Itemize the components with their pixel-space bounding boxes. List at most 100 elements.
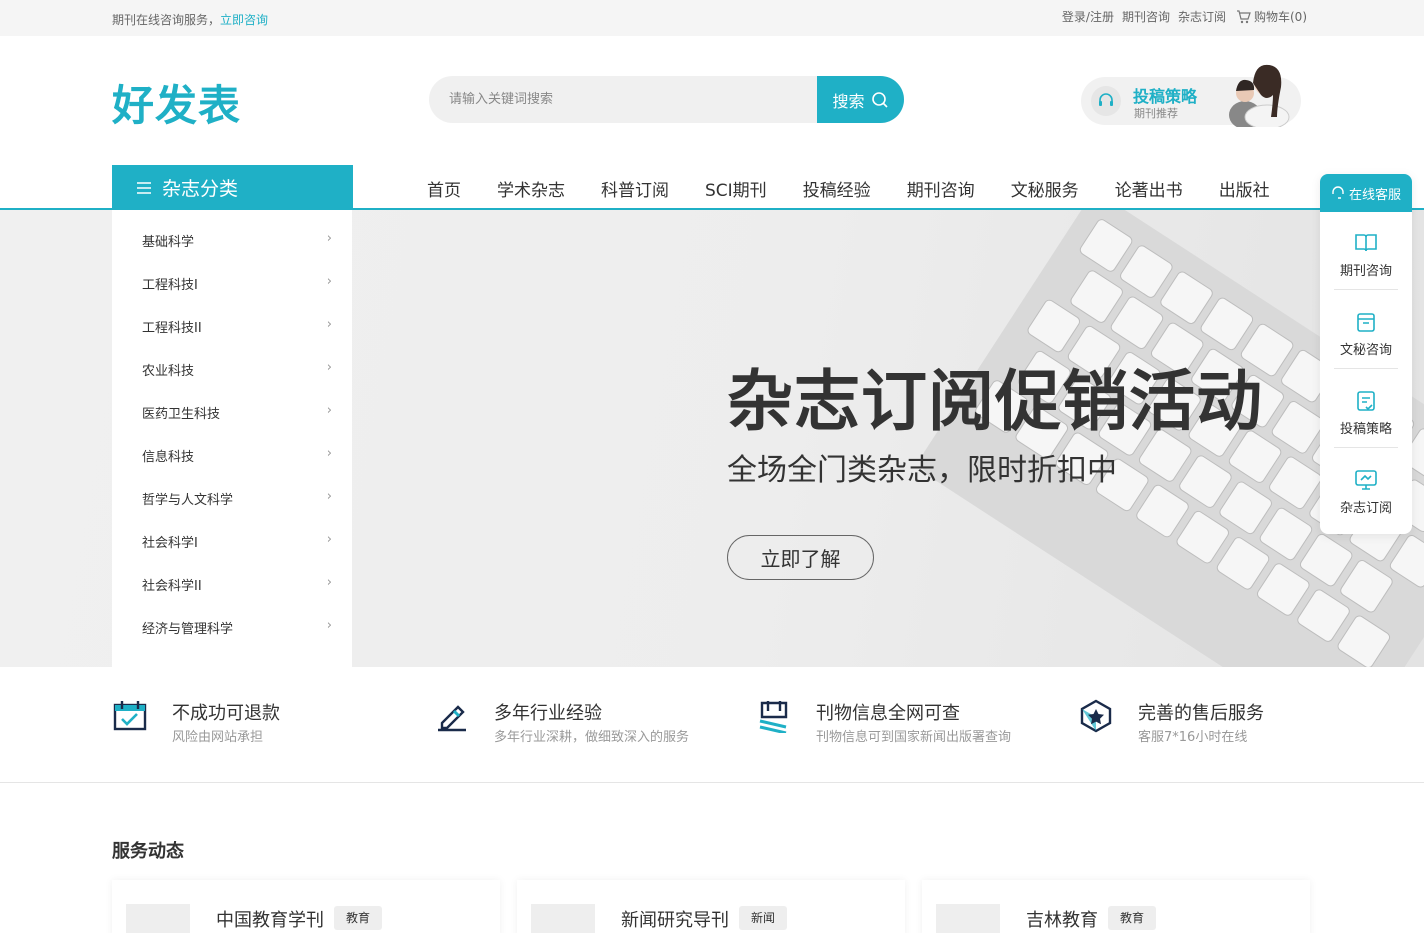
feature-desc: 刊物信息可到国家新闻出版署查询 — [816, 730, 1012, 745]
divider — [1334, 368, 1398, 369]
float-item-label: 投稿策略 — [1339, 421, 1392, 437]
divider — [1334, 447, 1398, 448]
cart-link[interactable]: 购物车(0) — [1236, 8, 1307, 25]
journal-card[interactable]: 吉林教育 教育 — [922, 880, 1310, 933]
category-item[interactable]: 经济与管理科学 › — [142, 618, 332, 638]
promo-title: 投稿策略 — [1133, 87, 1198, 106]
chevron-right-icon: › — [326, 360, 332, 375]
star-badge-icon — [1080, 699, 1112, 733]
journal-consult-link[interactable]: 期刊咨询 — [1122, 8, 1170, 25]
category-item[interactable]: 社会科学II › — [142, 575, 332, 595]
chevron-right-icon: › — [326, 317, 332, 332]
category-item[interactable]: 农业科技 › — [142, 360, 332, 380]
nav-item-publisher[interactable]: 出版社 — [1219, 176, 1270, 201]
chevron-right-icon: › — [326, 231, 332, 246]
site-logo[interactable]: 好发表 — [112, 72, 241, 133]
category-menu-button[interactable]: 杂志分类 — [112, 165, 353, 210]
category-item[interactable]: 基础科学 › — [142, 231, 332, 251]
feature-title: 不成功可退款 — [172, 703, 280, 724]
search-button[interactable]: 搜索 — [817, 76, 904, 123]
category-item[interactable]: 信息科技 › — [142, 446, 332, 466]
feature-title: 刊物信息全网可查 — [816, 703, 960, 724]
nav-item-academic[interactable]: 学术杂志 — [497, 176, 565, 201]
category-item-label: 医药卫生科技 — [142, 407, 221, 422]
chevron-right-icon: › — [326, 446, 332, 461]
float-item-journal-consult[interactable]: 期刊咨询 — [1332, 216, 1400, 294]
nav-item-secretary[interactable]: 文秘服务 — [1011, 176, 1079, 201]
chevron-right-icon: › — [326, 489, 332, 504]
online-service-label: 在线客服 — [1348, 187, 1401, 203]
category-item-label: 农业科技 — [142, 364, 195, 379]
float-item-magazine-subscribe[interactable]: 杂志订阅 — [1332, 453, 1400, 531]
promo-subtitle: 期刊推荐 — [1134, 107, 1178, 120]
category-label: 杂志分类 — [162, 178, 239, 200]
journal-tag: 新闻 — [739, 906, 788, 930]
monitor-icon — [1355, 469, 1377, 490]
nav-item-popular-science[interactable]: 科普订阅 — [601, 176, 669, 201]
top-bar: 期刊在线咨询服务，立即咨询 登录/注册 期刊咨询 杂志订阅 购物车(0) — [0, 0, 1424, 36]
category-item-label: 信息科技 — [142, 450, 195, 465]
chevron-right-icon: › — [326, 274, 332, 289]
chevron-right-icon: › — [326, 618, 332, 633]
service-text: 期刊在线咨询服务， — [112, 13, 221, 27]
feature-strip: 不成功可退款 风险由网站承担 多年行业经验 多年行业深耕，做细致深入的服务 刊物… — [0, 667, 1424, 783]
category-item-label: 工程科技II — [142, 321, 202, 336]
online-service-header[interactable]: 在线客服 — [1320, 174, 1412, 212]
float-item-label: 文秘咨询 — [1339, 342, 1392, 358]
nav-item-experience[interactable]: 投稿经验 — [803, 176, 871, 201]
journal-card[interactable]: 新闻研究导刊 新闻 — [517, 880, 905, 933]
headset-icon — [1091, 86, 1121, 116]
chevron-right-icon: › — [326, 403, 332, 418]
feature-title: 多年行业经验 — [494, 703, 602, 724]
magazine-subscribe-link[interactable]: 杂志订阅 — [1178, 8, 1226, 25]
cart-label: 购物车(0) — [1254, 10, 1307, 24]
category-item-label: 经济与管理科学 — [142, 622, 234, 637]
feature-desc: 客服7*16小时在线 — [1138, 730, 1248, 745]
category-item[interactable]: 工程科技I › — [142, 274, 332, 294]
journal-cover-image — [126, 904, 190, 933]
category-item[interactable]: 社会科学I › — [142, 532, 332, 552]
headset-icon — [1332, 186, 1344, 199]
hero-subtitle: 全场全门类杂志，限时折扣中 — [727, 453, 1117, 488]
feature-desc: 多年行业深耕，做细致深入的服务 — [494, 730, 690, 745]
nav-item-sci[interactable]: SCI期刊 — [705, 176, 767, 201]
nav-item-home[interactable]: 首页 — [427, 176, 461, 201]
feature-desc: 风险由网站承担 — [172, 730, 264, 745]
learn-more-button[interactable]: 立即了解 — [727, 535, 874, 580]
category-item-label: 社会科学II — [142, 579, 202, 594]
category-item[interactable]: 医药卫生科技 › — [142, 403, 332, 423]
category-item-label: 社会科学I — [142, 536, 198, 551]
main-nav: 首页 学术杂志 科普订阅 SCI期刊 投稿经验 期刊咨询 文秘服务 论著出书 出… — [427, 176, 1306, 201]
service-notice: 期刊在线咨询服务，立即咨询 — [112, 11, 268, 28]
search-input[interactable] — [429, 76, 817, 123]
journal-card[interactable]: 中国教育学刊 教育 — [112, 880, 500, 933]
feature-title: 完善的售后服务 — [1138, 703, 1264, 724]
chevron-right-icon: › — [326, 575, 332, 590]
category-side-menu: 基础科学 › 工程科技I › 工程科技II › 农业科技 › 医药卫生科技 › 信息科技 ›… — [112, 210, 352, 667]
category-item[interactable]: 工程科技II › — [142, 317, 332, 337]
online-service-panel: 在线客服 期刊咨询 文秘咨询 投稿策略 杂志订阅 — [1320, 174, 1412, 534]
document-icon — [759, 701, 788, 733]
search-box: 搜索 — [429, 76, 904, 123]
journal-name: 中国教育学刊 — [216, 910, 324, 931]
category-item-label: 哲学与人文科学 — [142, 493, 234, 508]
float-item-secretary-consult[interactable]: 文秘咨询 — [1332, 295, 1400, 373]
nav-item-consult[interactable]: 期刊咨询 — [907, 176, 975, 201]
support-agent-image — [1229, 64, 1290, 127]
category-item[interactable]: 哲学与人文科学 › — [142, 489, 332, 509]
consult-now-link[interactable]: 立即咨询 — [220, 13, 268, 27]
book-icon — [1355, 233, 1377, 251]
journal-cover-image — [936, 904, 1000, 933]
float-item-label: 期刊咨询 — [1339, 263, 1392, 279]
journal-name: 吉林教育 — [1026, 910, 1098, 931]
pen-icon — [438, 705, 466, 732]
journal-cover-image — [531, 904, 595, 933]
float-item-submission-strategy[interactable]: 投稿策略 — [1332, 374, 1400, 452]
section-title: 服务动态 — [112, 841, 184, 862]
journal-tag: 教育 — [334, 906, 383, 930]
login-register-link[interactable]: 登录/注册 — [1062, 8, 1114, 25]
checklist-icon — [1357, 390, 1375, 411]
nav-item-publish-book[interactable]: 论著出书 — [1115, 176, 1183, 201]
search-icon — [871, 91, 888, 108]
archive-icon — [1357, 312, 1375, 332]
